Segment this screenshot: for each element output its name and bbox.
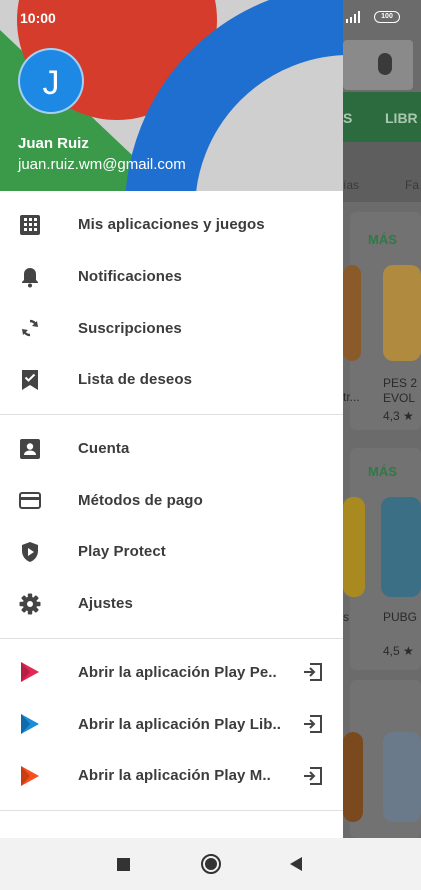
menu-divider bbox=[0, 809, 343, 811]
signal-icon bbox=[346, 11, 360, 23]
microphone-icon[interactable] bbox=[378, 53, 392, 75]
open-app-icon[interactable] bbox=[301, 660, 325, 684]
menu-item-open-play-books[interactable]: Abrir la aplicación Play Lib.. bbox=[0, 698, 343, 750]
app-tile[interactable] bbox=[343, 497, 365, 597]
battery-icon: 100 bbox=[374, 11, 400, 23]
gear-icon bbox=[18, 592, 42, 616]
apps-grid-icon bbox=[18, 213, 42, 237]
home-dot-icon bbox=[205, 858, 217, 870]
menu-item-payment-methods[interactable]: Métodos de pago bbox=[0, 474, 343, 526]
navigation-drawer: J Juan Ruiz juan.ruiz.wm@gmail.com 10:00… bbox=[0, 0, 343, 838]
app-tile[interactable] bbox=[343, 732, 363, 822]
account-box-icon bbox=[18, 437, 42, 461]
app-name: PES 2 EVOL bbox=[383, 376, 418, 405]
shield-play-icon bbox=[18, 540, 42, 564]
drawer-menu: Mis aplicaciones y juegos Notificaciones… bbox=[0, 199, 343, 819]
menu-item-label: Mis aplicaciones y juegos bbox=[78, 216, 265, 234]
menu-item-subscriptions[interactable]: Suscripciones bbox=[0, 302, 343, 354]
more-link[interactable]: MÁS bbox=[368, 232, 397, 247]
menu-item-label: Lista de deseos bbox=[78, 371, 193, 389]
avatar[interactable]: J bbox=[18, 48, 84, 114]
play-movies-icon bbox=[18, 660, 42, 684]
bookmark-check-icon bbox=[18, 368, 42, 392]
tab-apps[interactable]: S bbox=[343, 110, 352, 126]
app-tile[interactable] bbox=[383, 732, 421, 822]
menu-item-play-protect[interactable]: Play Protect bbox=[0, 526, 343, 578]
menu-item-my-apps[interactable]: Mis aplicaciones y juegos bbox=[0, 199, 343, 251]
user-name: Juan Ruiz bbox=[18, 135, 89, 152]
menu-item-label: Cuenta bbox=[78, 440, 130, 458]
menu-item-open-play-movies[interactable]: Abrir la aplicación Play Pe.. bbox=[0, 647, 343, 699]
status-time: 10:00 bbox=[20, 10, 56, 26]
tab-books[interactable]: LIBR bbox=[385, 110, 418, 126]
app-name: s bbox=[343, 610, 349, 624]
menu-item-label: Abrir la aplicación Play Pe.. bbox=[78, 663, 277, 681]
menu-item-wishlist[interactable]: Lista de deseos bbox=[0, 354, 343, 406]
category-bar bbox=[343, 142, 421, 202]
menu-item-label: Play Protect bbox=[78, 543, 166, 561]
menu-item-label: Abrir la aplicación Play Lib.. bbox=[78, 715, 282, 733]
menu-item-open-play-music[interactable]: Abrir la aplicación Play M.. bbox=[0, 750, 343, 802]
menu-item-label: Abrir la aplicación Play M.. bbox=[78, 767, 271, 785]
app-rating: 4,3 ★ bbox=[383, 409, 414, 423]
app-tile[interactable] bbox=[343, 265, 361, 361]
menu-item-notifications[interactable]: Notificaciones bbox=[0, 251, 343, 303]
status-bar: 10:00 bbox=[0, 0, 343, 32]
menu-item-label: Ajustes bbox=[78, 595, 133, 613]
open-app-icon[interactable] bbox=[301, 764, 325, 788]
refresh-icon bbox=[18, 316, 42, 340]
menu-divider bbox=[0, 413, 343, 415]
bell-icon bbox=[18, 265, 42, 289]
open-app-icon[interactable] bbox=[301, 712, 325, 736]
app-tile[interactable] bbox=[383, 265, 421, 361]
app-name: tr... bbox=[343, 390, 360, 404]
menu-item-label: Notificaciones bbox=[78, 268, 182, 286]
app-rating: 4,5 ★ bbox=[383, 644, 414, 658]
menu-item-account[interactable]: Cuenta bbox=[0, 423, 343, 475]
category-label[interactable]: ías bbox=[343, 178, 359, 192]
menu-item-label: Métodos de pago bbox=[78, 491, 203, 509]
back-button[interactable] bbox=[290, 857, 302, 871]
play-books-icon bbox=[18, 712, 42, 736]
credit-card-icon bbox=[18, 488, 42, 512]
app-name: PUBG bbox=[383, 610, 418, 624]
more-link[interactable]: MÁS bbox=[368, 464, 397, 479]
menu-item-settings[interactable]: Ajustes bbox=[0, 578, 343, 630]
recents-button[interactable] bbox=[117, 858, 130, 871]
menu-item-label: Suscripciones bbox=[78, 319, 182, 337]
category-label[interactable]: Fa bbox=[405, 178, 419, 192]
menu-divider bbox=[0, 637, 343, 639]
user-email[interactable]: juan.ruiz.wm@gmail.com bbox=[18, 156, 186, 173]
app-tile[interactable] bbox=[381, 497, 421, 597]
play-music-icon bbox=[18, 764, 42, 788]
